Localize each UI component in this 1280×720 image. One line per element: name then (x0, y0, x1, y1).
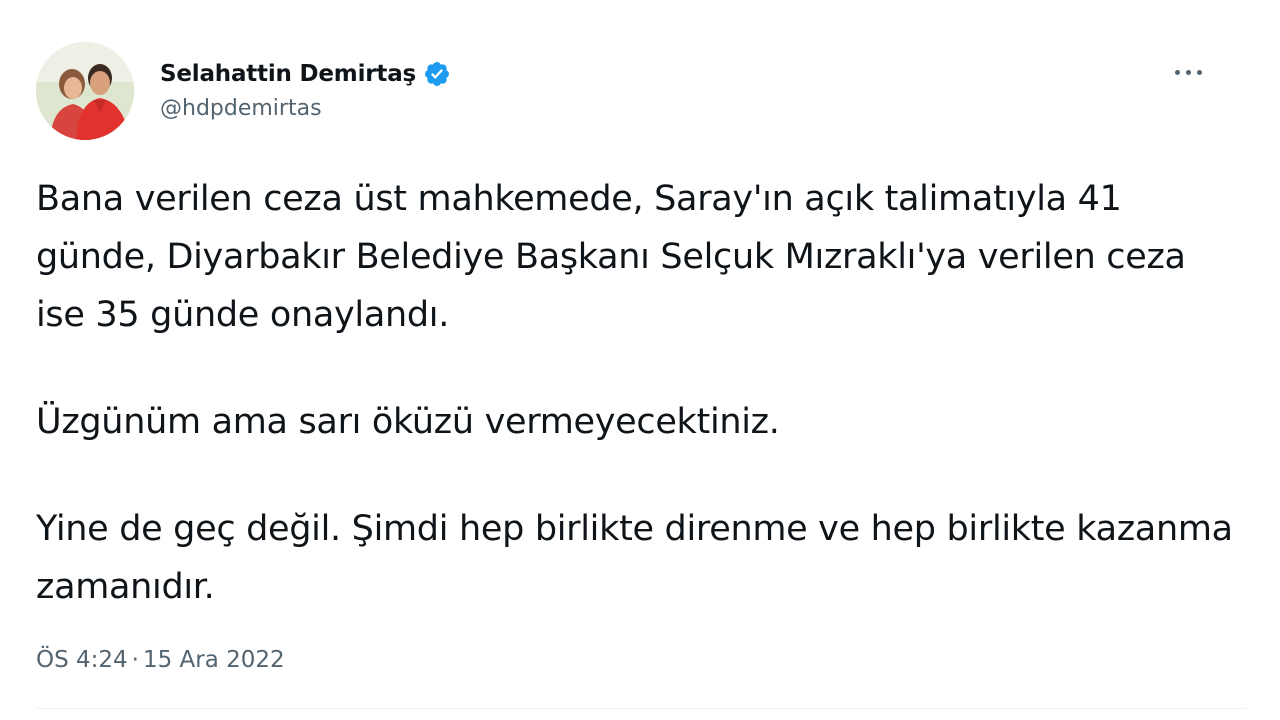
tweet-paragraph: Üzgünüm ama sarı öküzü vermeyecektiniz. (36, 402, 780, 442)
more-dots-icon (1174, 69, 1180, 75)
author-display-name[interactable]: Selahattin Demirtaş (160, 61, 416, 87)
timestamp-separator: · (131, 647, 139, 673)
tweet-date: 15 Ara 2022 (142, 647, 285, 673)
more-dots-icon (1185, 69, 1191, 75)
divider (36, 708, 1246, 709)
tweet-timestamp[interactable]: ÖS 4:24 · 15 Ara 2022 (36, 642, 285, 678)
author-name-row: Selahattin Demirtaş (160, 54, 451, 94)
verified-badge-icon (423, 60, 451, 88)
avatar-image (36, 42, 134, 140)
tweet-paragraph: Yine de geç değil. Şimdi hep birlikte di… (36, 509, 1233, 607)
tweet-paragraph: Bana verilen ceza üst mahkemede, Saray'ı… (36, 179, 1186, 335)
tweet-card: Selahattin Demirtaş @hdpdemirtas Bana ve… (0, 0, 1280, 720)
author-handle[interactable]: @hdpdemirtas (160, 96, 451, 121)
author-avatar[interactable] (36, 42, 134, 140)
author-info: Selahattin Demirtaş @hdpdemirtas (160, 54, 451, 134)
more-options-button[interactable] (1158, 60, 1218, 84)
more-dots-icon (1196, 69, 1202, 75)
tweet-time: ÖS 4:24 (36, 647, 128, 673)
tweet-text: Bana verilen ceza üst mahkemede, Saray'ı… (36, 170, 1236, 665)
